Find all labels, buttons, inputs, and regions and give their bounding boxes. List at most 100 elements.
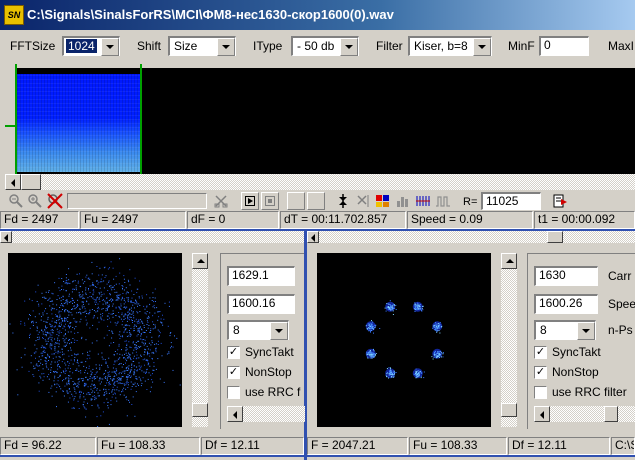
left-nonstop-label: NonStop: [245, 365, 292, 379]
left-use-rrc-checkbox[interactable]: [227, 386, 240, 399]
cut-icon[interactable]: [213, 193, 229, 209]
control-row: R= 11025: [0, 191, 635, 211]
position-track[interactable]: [67, 193, 207, 209]
right-use-rrc-checkbox[interactable]: [534, 386, 547, 399]
level-marker[interactable]: [5, 125, 15, 127]
stop-button[interactable]: [261, 192, 279, 210]
chevron-down-icon[interactable]: [577, 322, 595, 340]
right-nonstop-checkbox[interactable]: ✓: [534, 366, 547, 379]
fftsize-label: FFTSize: [10, 39, 56, 53]
right-constellation-canvas: [317, 253, 491, 427]
chevron-down-icon[interactable]: [473, 38, 491, 56]
scroll-left-button[interactable]: [227, 406, 243, 422]
status-speed: Speed = 0.09: [407, 211, 533, 229]
status-fd: Fd = 2497: [0, 211, 79, 229]
spectrogram-scrollbar[interactable]: [5, 174, 635, 190]
chart-icon[interactable]: [395, 193, 411, 209]
shift-select[interactable]: Size: [168, 36, 236, 56]
toolbar: FFTSize 1024 Shift Size IType - 50 db Fi…: [0, 33, 635, 59]
chevron-down-icon[interactable]: [101, 38, 119, 56]
left-constellation-panel: 1629.1 1600.16 8 ✓ SyncTakt ✓ NonStop us…: [0, 231, 305, 455]
fftsize-select[interactable]: 1024: [62, 36, 120, 56]
right-synctakt-label: SyncTakt: [552, 345, 601, 359]
right-status-fu: Fu = 108.33: [409, 437, 507, 455]
blank-button-1[interactable]: [287, 192, 305, 210]
pulse-icon[interactable]: [435, 193, 451, 209]
status-fu: Fu = 2497: [80, 211, 186, 229]
zoom-in-icon[interactable]: [27, 193, 43, 209]
maxf-label: MaxI: [608, 39, 635, 53]
left-constellation-canvas: [8, 253, 189, 427]
left-status-bar: Fd = 96.22 Fu = 108.33 Df = 12.11: [0, 437, 304, 455]
status-dt: dT = 00:11.702.857: [280, 211, 406, 229]
right-npsk-select[interactable]: 8: [534, 320, 596, 340]
right-status-df: Df = 12.11: [508, 437, 610, 455]
zoom-out-icon[interactable]: [8, 193, 24, 209]
left-nonstop-checkbox[interactable]: ✓: [227, 366, 240, 379]
filter-select[interactable]: Kiser, b=8: [408, 36, 492, 56]
scroll-up-button[interactable]: [192, 253, 208, 269]
right-nonstop-label: NonStop: [552, 365, 599, 379]
minf-input[interactable]: 0: [539, 36, 589, 56]
right-use-rrc-label: use RRC filter: [552, 385, 627, 399]
right-constellation-panel: 1630 Carr 1600.26 Spee 8 n-Ps ✓ SyncTakt…: [307, 231, 635, 455]
scroll-left-button[interactable]: [307, 231, 319, 243]
chevron-down-icon[interactable]: [340, 38, 358, 56]
color-grid-icon[interactable]: [375, 193, 391, 209]
right-status-path: C:\S: [611, 437, 635, 455]
left-slider-track[interactable]: [227, 406, 305, 422]
right-status-bar: F = 2047.21 Fu = 108.33 Df = 12.11 C:\S: [307, 437, 635, 455]
right-constellation-plot: [365, 300, 444, 379]
shift-value: Size: [174, 39, 198, 53]
right-carrier-input[interactable]: 1630: [534, 266, 598, 286]
zoom-reset-icon[interactable]: [47, 193, 63, 209]
itype-value: - 50 db: [297, 39, 335, 53]
scroll-thumb[interactable]: [21, 174, 41, 190]
left-status-fu: Fu = 108.33: [97, 437, 200, 455]
scroll-left-button[interactable]: [5, 174, 21, 190]
left-vertical-scrollbar[interactable]: [192, 253, 208, 427]
right-npsk-label: n-Ps: [608, 323, 633, 337]
left-speed-input[interactable]: 1600.16: [227, 294, 295, 314]
left-top-scrollbar[interactable]: [0, 231, 304, 243]
left-marker[interactable]: [15, 64, 17, 176]
scroll-thumb[interactable]: [547, 231, 563, 243]
play-button[interactable]: [241, 192, 259, 210]
slider-thumb[interactable]: [604, 406, 618, 422]
right-marker[interactable]: [140, 64, 142, 176]
clear-marker-icon[interactable]: [355, 193, 371, 209]
scroll-left-button[interactable]: [534, 406, 550, 422]
spectrogram-signal: [17, 74, 141, 172]
right-slider-track[interactable]: [534, 406, 635, 422]
scroll-thumb[interactable]: [192, 403, 208, 417]
main-status-bar: Fd = 2497 Fu = 2497 dF = 0 dT = 00:11.70…: [0, 211, 635, 229]
left-carrier-input[interactable]: 1629.1: [227, 266, 295, 286]
right-synctakt-checkbox[interactable]: ✓: [534, 346, 547, 359]
rate-input[interactable]: 11025: [481, 192, 541, 210]
left-synctakt-checkbox[interactable]: ✓: [227, 346, 240, 359]
right-top-scrollbar[interactable]: [307, 231, 635, 243]
export-icon[interactable]: [553, 193, 569, 209]
itype-label: IType: [253, 39, 283, 53]
bars-icon[interactable]: [415, 193, 431, 209]
scroll-left-button[interactable]: [0, 231, 12, 243]
scroll-up-button[interactable]: [501, 253, 517, 269]
left-status-df: Df = 12.11: [201, 437, 304, 455]
right-carrier-label: Carr: [608, 269, 632, 283]
spectrogram-canvas[interactable]: [15, 68, 635, 176]
panel-divider-bottom: [0, 455, 635, 457]
right-speed-input[interactable]: 1600.26: [534, 294, 598, 314]
marker-icon[interactable]: [335, 193, 351, 209]
itype-select[interactable]: - 50 db: [291, 36, 359, 56]
play-icon: [245, 196, 255, 206]
right-status-f: F = 2047.21: [307, 437, 408, 455]
scroll-thumb[interactable]: [501, 403, 517, 417]
minf-label: MinF: [508, 39, 535, 53]
left-npsk-select[interactable]: 8: [227, 320, 289, 340]
filter-label: Filter: [376, 39, 403, 53]
chevron-down-icon[interactable]: [217, 38, 235, 56]
chevron-down-icon[interactable]: [270, 322, 288, 340]
left-status-fd: Fd = 96.22: [0, 437, 96, 455]
right-vertical-scrollbar[interactable]: [501, 253, 517, 427]
blank-button-2[interactable]: [307, 192, 325, 210]
